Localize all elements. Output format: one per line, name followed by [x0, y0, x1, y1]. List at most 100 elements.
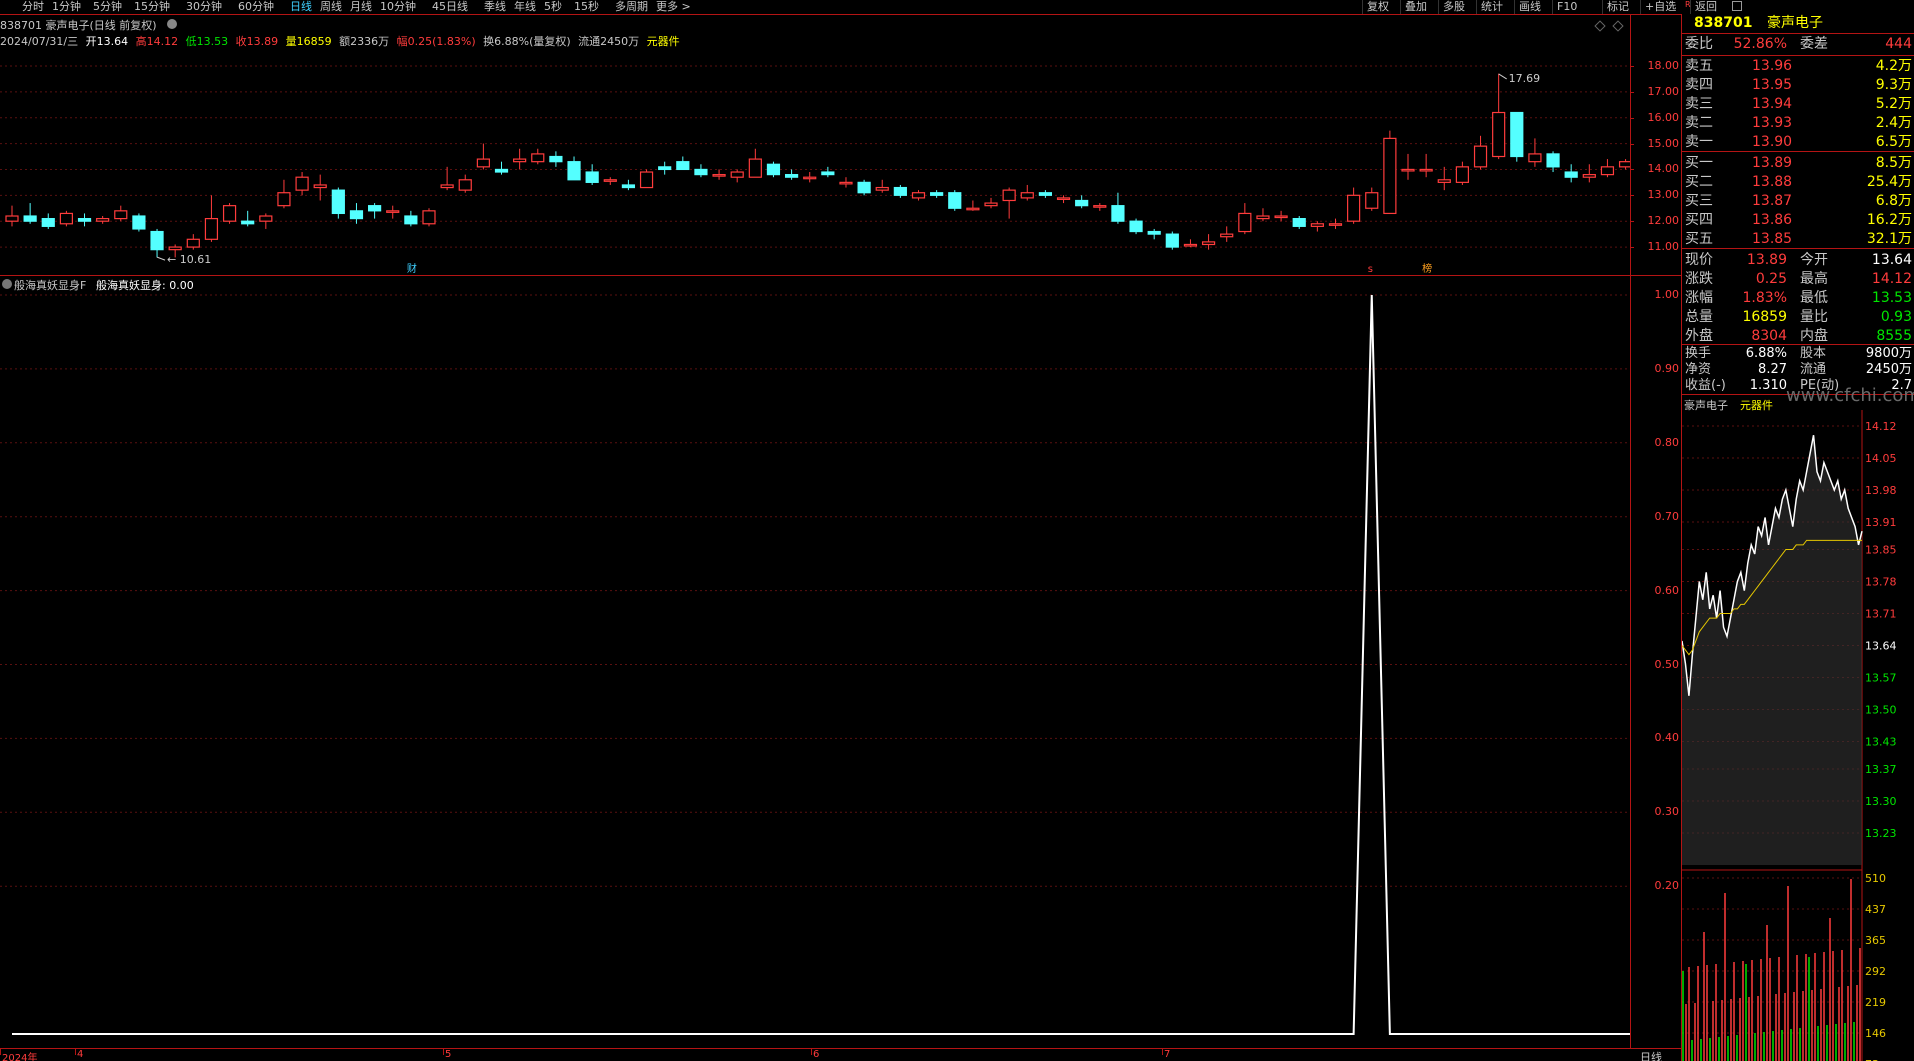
ask-label: 卖三 — [1685, 96, 1713, 112]
candle — [313, 174, 327, 201]
period-tab-6[interactable]: 日线 — [290, 0, 312, 13]
bid-row-2[interactable]: 买三 13.87 6.8万 — [1682, 192, 1914, 211]
candle — [857, 179, 871, 196]
candle — [186, 234, 200, 250]
ask-price: 13.94 — [1752, 96, 1793, 112]
r-badge: R — [1685, 0, 1691, 9]
bid-row-4[interactable]: 买五 13.85 32.1万 — [1682, 230, 1914, 249]
candlestick-chart[interactable]: 17.69 ← 10.61 财 s 榜 — [0, 15, 1630, 275]
candle — [1075, 195, 1089, 209]
ask-row-2[interactable]: 卖三 13.94 5.2万 — [1682, 95, 1914, 114]
candle — [1002, 187, 1016, 219]
period-tab-15[interactable]: 多周期 — [615, 0, 648, 13]
low-marker — [156, 256, 166, 261]
date-tick-1: 4 — [77, 1049, 84, 1060]
candle — [1020, 184, 1034, 201]
bid-row-3[interactable]: 买四 13.86 16.2万 — [1682, 211, 1914, 230]
ask-row-1[interactable]: 卖四 13.95 9.3万 — [1682, 76, 1914, 95]
candle — [1238, 203, 1252, 235]
period-tab-1[interactable]: 1分钟 — [52, 0, 81, 13]
period-tab-8[interactable]: 月线 — [350, 0, 372, 13]
period-tab-12[interactable]: 年线 — [514, 0, 536, 13]
intraday-chart[interactable]: 14.12 14.05 13.98 13.91 13.85 13.78 13.71 13.64… — [1682, 410, 1914, 1061]
candle — [984, 197, 998, 209]
stat-label: 涨幅 — [1685, 290, 1713, 306]
candle — [1473, 135, 1488, 170]
candle — [712, 169, 726, 180]
stat-label-2: 今开 — [1800, 252, 1828, 268]
candle — [77, 213, 92, 227]
ask-row-3[interactable]: 卖二 13.93 2.4万 — [1682, 114, 1914, 133]
mini-price-tick-0: 14.12 — [1865, 420, 1897, 433]
window-restore-icon[interactable] — [1732, 1, 1742, 11]
indicator-tick-3: 0.70 — [1654, 509, 1680, 523]
candle — [1328, 218, 1343, 229]
sep-2 — [1682, 55, 1914, 56]
mini-price-tick-13: 13.23 — [1865, 827, 1897, 840]
period-tab-9[interactable]: 10分钟 — [380, 0, 416, 13]
price-tick-mark-1 — [1630, 91, 1634, 93]
period-tab-5[interactable]: 60分钟 — [238, 0, 274, 13]
period-tab-0[interactable]: 分时 — [22, 0, 44, 13]
ranking-marker[interactable]: 榜 — [1422, 262, 1432, 275]
period-tab-10[interactable]: 45日线 — [432, 0, 468, 13]
stat-label-2: 量比 — [1800, 309, 1828, 325]
ask-row-0[interactable]: 卖五 13.96 4.2万 — [1682, 57, 1914, 76]
tool-0[interactable]: 复权 — [1362, 0, 1389, 14]
bid-price: 13.88 — [1752, 174, 1793, 190]
period-tab-13[interactable]: 5秒 — [544, 0, 562, 13]
bid-row-0[interactable]: 买一 13.89 8.5万 — [1682, 154, 1914, 173]
sep-4 — [1682, 248, 1914, 249]
date-tick-mark-2 — [443, 1049, 444, 1055]
tool-8[interactable]: 返回 — [1690, 0, 1717, 14]
finance-marker[interactable]: 财 — [407, 262, 417, 275]
price-tick-7: 11.00 — [1647, 240, 1680, 254]
period-tab-7[interactable]: 周线 — [320, 0, 342, 13]
webi-label: 委比 — [1685, 36, 1713, 52]
tool-2[interactable]: 多股 — [1438, 0, 1465, 14]
tool-4[interactable]: 画线 — [1514, 0, 1541, 14]
indicator-tick-0: 1.00 — [1654, 288, 1680, 301]
indicator-chart[interactable] — [0, 276, 1630, 1048]
price-tick-mark-7 — [1630, 247, 1634, 249]
tool-5[interactable]: F10 — [1552, 0, 1577, 14]
stat-value: 1.83% — [1742, 290, 1787, 306]
tool-6[interactable]: 标记 — [1602, 0, 1629, 14]
stat-value-2: 0.93 — [1880, 309, 1912, 325]
candle — [1292, 216, 1306, 229]
period-tab-3[interactable]: 15分钟 — [134, 0, 170, 13]
candle — [730, 169, 744, 183]
period-tab-2[interactable]: 5分钟 — [93, 0, 122, 13]
candle — [1093, 203, 1107, 211]
candle — [476, 143, 490, 170]
ask-row-4[interactable]: 卖一 13.90 6.5万 — [1682, 133, 1914, 152]
period-tab-14[interactable]: 15秒 — [574, 0, 599, 13]
fund-row-0: 换手 6.88% 股本 9800万 — [1682, 346, 1914, 362]
s-marker[interactable]: s — [1368, 264, 1373, 275]
tool-3[interactable]: 统计 — [1476, 0, 1503, 14]
sep-1 — [1682, 33, 1914, 34]
indicator-tick-8: 0.20 — [1654, 879, 1680, 893]
bid-label: 买五 — [1685, 231, 1713, 247]
stat-label-2: 最低 — [1800, 290, 1828, 306]
candle — [422, 208, 436, 227]
fund-label-2: 流通 — [1800, 362, 1827, 377]
period-tab-16[interactable]: 更多 > — [656, 0, 691, 13]
candle — [59, 210, 73, 227]
bid-row-1[interactable]: 买二 13.88 25.4万 — [1682, 173, 1914, 192]
tool-1[interactable]: 叠加 — [1400, 0, 1427, 14]
mini-price-tick-4: 13.85 — [1865, 543, 1897, 556]
period-tab-4[interactable]: 30分钟 — [186, 0, 222, 13]
stat-value: 16859 — [1742, 309, 1787, 325]
candle — [803, 172, 817, 183]
candle — [1492, 73, 1506, 160]
mini-volume-tick-3: 292 — [1865, 965, 1886, 978]
mini-volume-tick-1: 437 — [1865, 903, 1886, 916]
price-tick-4: 14.00 — [1647, 162, 1680, 176]
ask-volume: 4.2万 — [1875, 58, 1912, 74]
period-tab-11[interactable]: 季线 — [484, 0, 506, 13]
candle — [41, 213, 55, 229]
quote-panel: R 838701 豪声电子 委比 52.86% 委差 444 卖五 13.96 4.… — [1681, 0, 1914, 1061]
mini-volume-tick-4: 219 — [1865, 996, 1886, 1009]
tool-7[interactable]: +自选 — [1640, 0, 1676, 14]
